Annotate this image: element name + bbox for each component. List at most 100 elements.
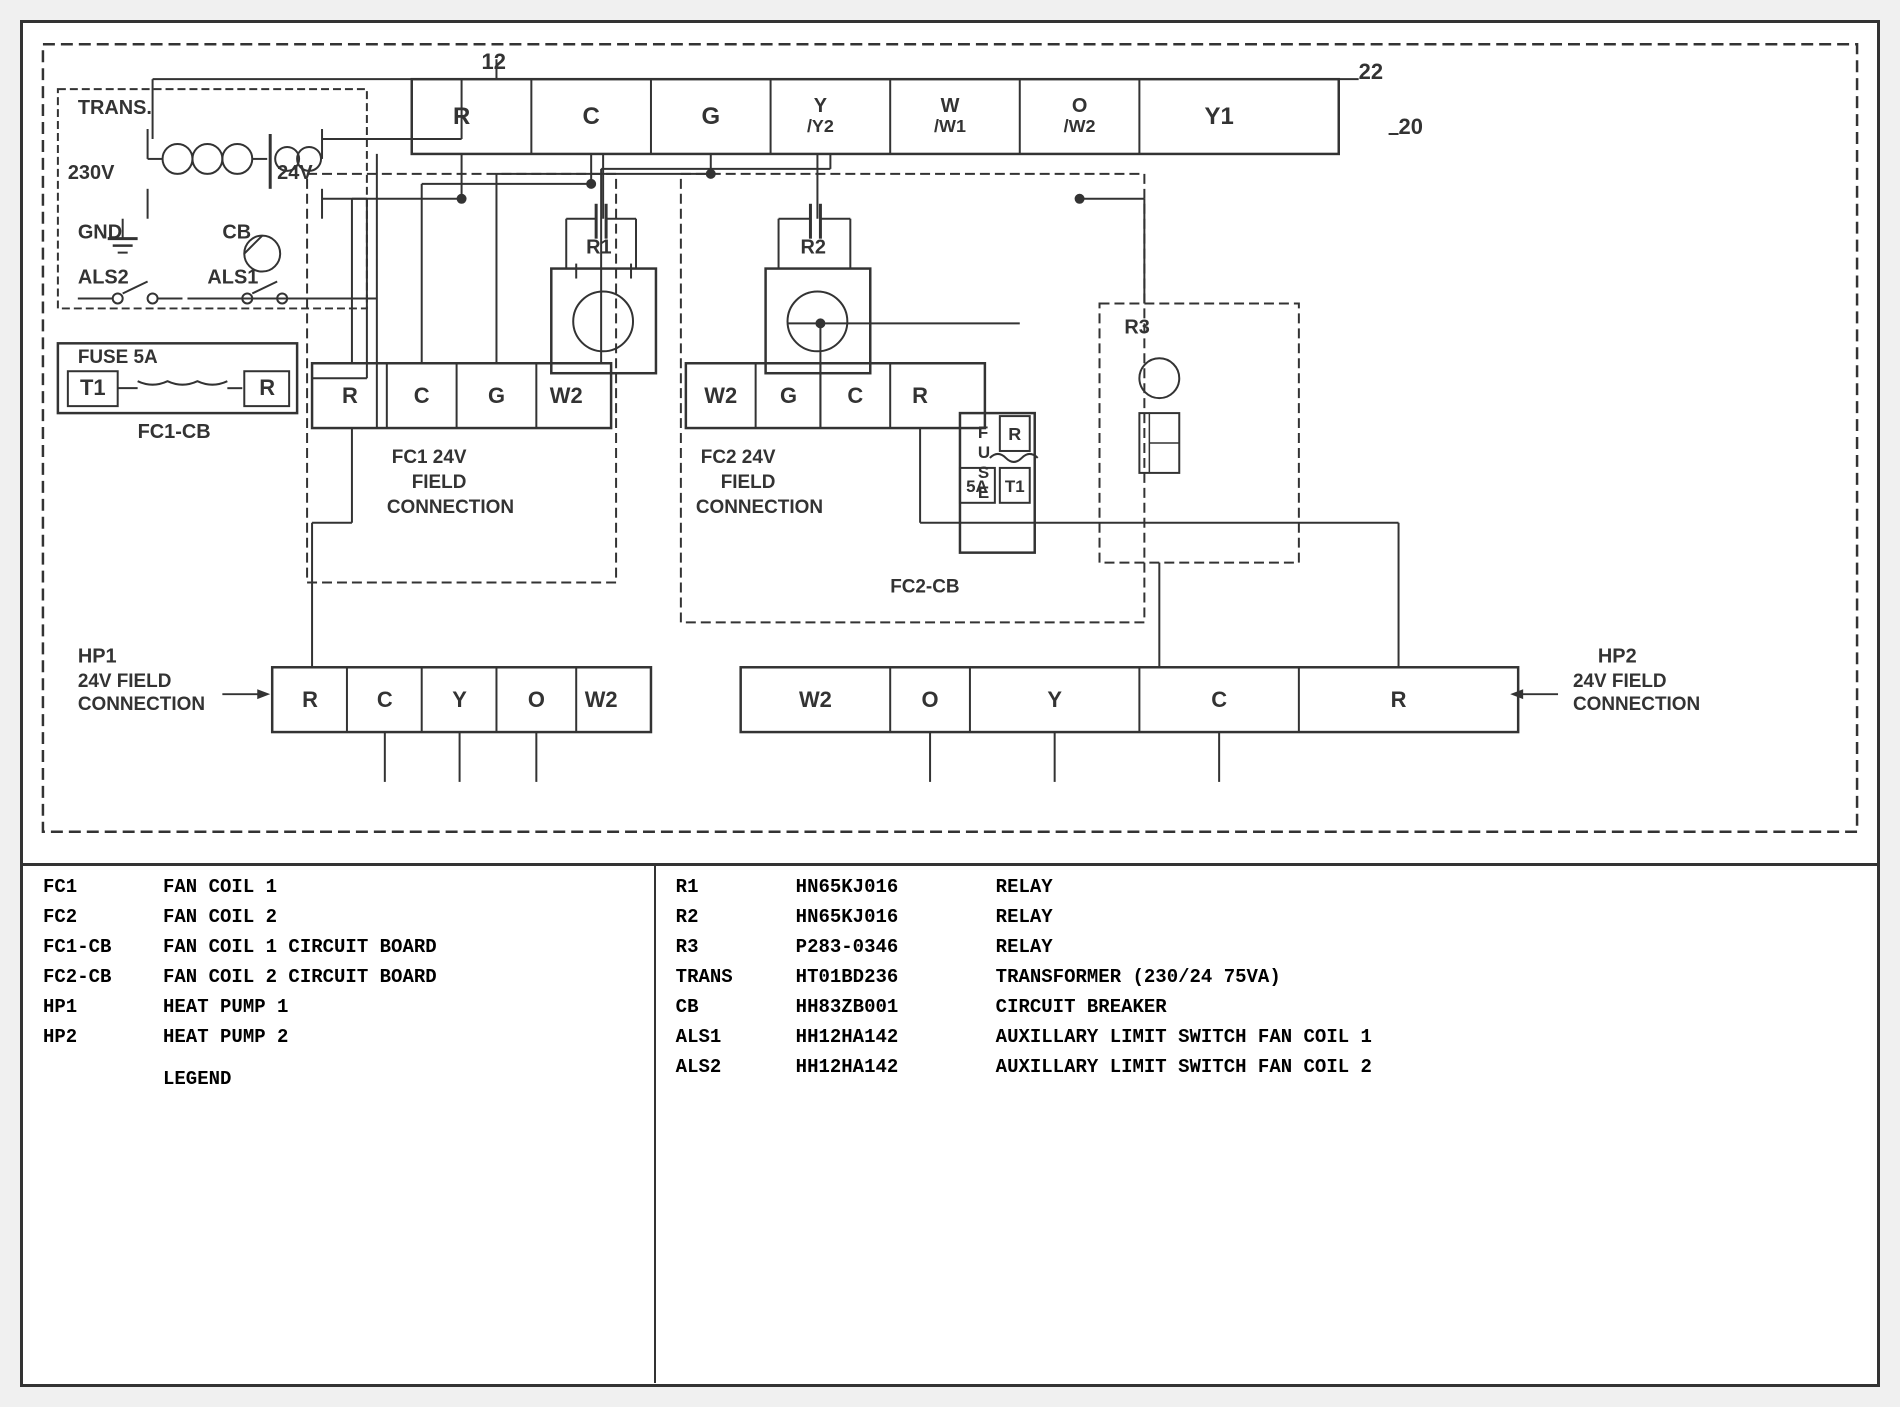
main-container: 12 R C G Y /Y2 W /W1 O /W2 Y1 22 bbox=[20, 20, 1880, 1387]
legend-code-r3: R3 bbox=[676, 936, 796, 958]
legend-desc-fc1: FAN COIL 1 bbox=[163, 876, 634, 898]
svg-text:CONNECTION: CONNECTION bbox=[78, 694, 205, 715]
legend-item-als1: ALS1 HH12HA142 AUXILLARY LIMIT SWITCH FA… bbox=[676, 1026, 1857, 1048]
svg-text:FIELD: FIELD bbox=[721, 472, 776, 493]
svg-text:W: W bbox=[941, 95, 960, 117]
legend-item-r3: R3 P283-0346 RELAY bbox=[676, 936, 1857, 958]
legend-desc-r2: RELAY bbox=[996, 906, 1857, 928]
svg-text:TRANS.: TRANS. bbox=[78, 97, 152, 119]
legend-code-fc1cb: FC1-CB bbox=[43, 936, 163, 958]
legend-code-als2: ALS2 bbox=[676, 1056, 796, 1078]
svg-text:R: R bbox=[1008, 424, 1021, 444]
legend-item-hp1: HP1 HEAT PUMP 1 bbox=[43, 996, 634, 1018]
legend-right-col: R1 HN65KJ016 RELAY R2 HN65KJ016 RELAY R3… bbox=[656, 866, 1877, 1383]
svg-text:CONNECTION: CONNECTION bbox=[696, 497, 823, 518]
legend-desc-cb: CIRCUIT BREAKER bbox=[996, 996, 1857, 1018]
svg-text:T1: T1 bbox=[1005, 477, 1025, 496]
legend-desc-fc2: FAN COIL 2 bbox=[163, 906, 634, 928]
legend-code-fc2: FC2 bbox=[43, 906, 163, 928]
svg-text:C: C bbox=[583, 103, 600, 130]
svg-text:Y: Y bbox=[452, 687, 467, 712]
legend-title-label: LEGEND bbox=[163, 1068, 634, 1090]
legend-item-hp2: HP2 HEAT PUMP 2 bbox=[43, 1026, 634, 1048]
svg-text:W2: W2 bbox=[704, 383, 737, 408]
svg-text:R: R bbox=[302, 687, 318, 712]
legend-code-fc2cb: FC2-CB bbox=[43, 966, 163, 988]
svg-text:W2: W2 bbox=[799, 687, 832, 712]
svg-text:O: O bbox=[528, 687, 545, 712]
svg-text:F: F bbox=[978, 423, 988, 442]
svg-text:C: C bbox=[1211, 687, 1227, 712]
diagram-area: 12 R C G Y /Y2 W /W1 O /W2 Y1 22 bbox=[23, 23, 1877, 863]
svg-text:R1: R1 bbox=[586, 237, 611, 259]
legend-code-r1: R1 bbox=[676, 876, 796, 898]
svg-text:R3: R3 bbox=[1124, 316, 1149, 338]
svg-text:HP1: HP1 bbox=[78, 645, 117, 667]
legend-desc-hp1: HEAT PUMP 1 bbox=[163, 996, 634, 1018]
svg-text:CONNECTION: CONNECTION bbox=[1573, 694, 1700, 715]
svg-text:G: G bbox=[780, 383, 797, 408]
svg-text:Y: Y bbox=[814, 95, 827, 117]
svg-text:FC2 24V: FC2 24V bbox=[701, 447, 776, 468]
legend-code-r2: R2 bbox=[676, 906, 796, 928]
legend-item-fc2cb: FC2-CB FAN COIL 2 CIRCUIT BOARD bbox=[43, 966, 634, 988]
legend-title-row: LEGEND bbox=[43, 1068, 634, 1090]
svg-text:G: G bbox=[701, 103, 720, 130]
legend-code-cb: CB bbox=[676, 996, 796, 1018]
svg-text:CONNECTION: CONNECTION bbox=[387, 497, 514, 518]
svg-text:G: G bbox=[488, 383, 505, 408]
svg-text:FIELD: FIELD bbox=[412, 472, 467, 493]
svg-text:/W1: /W1 bbox=[934, 116, 966, 136]
legend-item-cb: CB HH83ZB001 CIRCUIT BREAKER bbox=[676, 996, 1857, 1018]
svg-text:C: C bbox=[414, 383, 430, 408]
svg-text:/W2: /W2 bbox=[1064, 116, 1096, 136]
legend-item-r1: R1 HN65KJ016 RELAY bbox=[676, 876, 1857, 898]
legend-desc-fc2cb: FAN COIL 2 CIRCUIT BOARD bbox=[163, 966, 634, 988]
legend-part-r1: HN65KJ016 bbox=[796, 876, 996, 898]
svg-text:O: O bbox=[922, 687, 939, 712]
legend-code-hp1: HP1 bbox=[43, 996, 163, 1018]
legend-code-fc1: FC1 bbox=[43, 876, 163, 898]
svg-text:24V FIELD: 24V FIELD bbox=[1573, 671, 1667, 692]
svg-text:T1: T1 bbox=[80, 375, 106, 400]
legend-desc-r1: RELAY bbox=[996, 876, 1857, 898]
svg-text:FC1 24V: FC1 24V bbox=[392, 447, 467, 468]
legend-item-als2: ALS2 HH12HA142 AUXILLARY LIMIT SWITCH FA… bbox=[676, 1056, 1857, 1078]
legend-code-blank bbox=[43, 1068, 163, 1090]
svg-text:230V: 230V bbox=[68, 162, 115, 184]
legend-part-als2: HH12HA142 bbox=[796, 1056, 996, 1078]
svg-text:R2: R2 bbox=[800, 237, 825, 259]
svg-text:R: R bbox=[1391, 687, 1407, 712]
legend-item-r2: R2 HN65KJ016 RELAY bbox=[676, 906, 1857, 928]
legend-item-fc2: FC2 FAN COIL 2 bbox=[43, 906, 634, 928]
svg-text:ALS1: ALS1 bbox=[207, 267, 258, 289]
svg-text:Y: Y bbox=[1047, 687, 1062, 712]
legend-part-als1: HH12HA142 bbox=[796, 1026, 996, 1048]
svg-text:C: C bbox=[377, 687, 393, 712]
svg-text:C: C bbox=[847, 383, 863, 408]
legend-item-trans: TRANS HT01BD236 TRANSFORMER (230/24 75VA… bbox=[676, 966, 1857, 988]
svg-text:FC2-CB: FC2-CB bbox=[890, 577, 959, 598]
svg-text:HP2: HP2 bbox=[1598, 645, 1637, 667]
legend-code-als1: ALS1 bbox=[676, 1026, 796, 1048]
legend-desc-r3: RELAY bbox=[996, 936, 1857, 958]
legend-item-fc1: FC1 FAN COIL 1 bbox=[43, 876, 634, 898]
legend-part-r2: HN65KJ016 bbox=[796, 906, 996, 928]
legend-part-cb: HH83ZB001 bbox=[796, 996, 996, 1018]
legend-code-trans: TRANS bbox=[676, 966, 796, 988]
svg-text:R: R bbox=[259, 375, 275, 400]
svg-text:U: U bbox=[978, 443, 990, 462]
svg-text:CB: CB bbox=[222, 222, 251, 244]
svg-text:22: 22 bbox=[1359, 59, 1383, 84]
svg-text:R: R bbox=[912, 383, 928, 408]
svg-text:W2: W2 bbox=[550, 383, 583, 408]
svg-text:5A: 5A bbox=[966, 477, 988, 496]
svg-text:W2: W2 bbox=[585, 687, 618, 712]
legend-desc-als1: AUXILLARY LIMIT SWITCH FAN COIL 1 bbox=[996, 1026, 1857, 1048]
legend-area: FC1 FAN COIL 1 FC2 FAN COIL 2 FC1-CB FAN… bbox=[23, 863, 1877, 1383]
legend-desc-fc1cb: FAN COIL 1 CIRCUIT BOARD bbox=[163, 936, 634, 958]
legend-part-r3: P283-0346 bbox=[796, 936, 996, 958]
svg-text:GND: GND bbox=[78, 222, 122, 244]
legend-left-col: FC1 FAN COIL 1 FC2 FAN COIL 2 FC1-CB FAN… bbox=[23, 866, 656, 1383]
svg-text:/Y2: /Y2 bbox=[807, 116, 834, 136]
